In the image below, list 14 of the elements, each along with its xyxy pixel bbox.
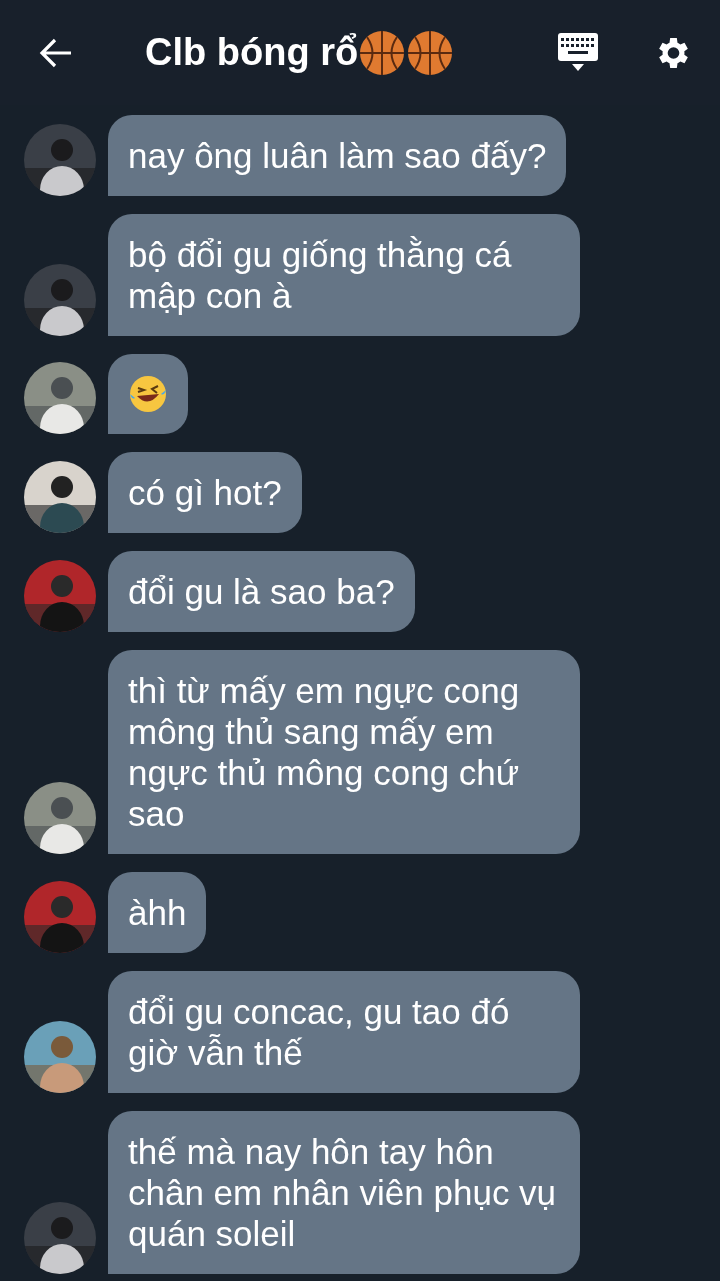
back-arrow-icon[interactable] (39, 37, 73, 68)
keyboard-icon[interactable] (558, 32, 598, 73)
message-bubble: nay ông luân làm sao đấy? (108, 115, 567, 196)
message-bubble: thế mà nay hôn tay hôn chân em nhân viên phục vụ quán soleil (108, 1111, 580, 1274)
message-bubble: đổi gu concac, gu tao đó giờ vẫn thế (108, 971, 580, 1093)
message-bubble: bộ đổi gu giống thằng cá mập con à (108, 214, 580, 336)
message-bubble: thì từ mấy em ngực cong mông thủ sang mấy em ngực thủ mông cong chứ sao (108, 650, 580, 854)
laughing-emoji-icon (128, 374, 168, 414)
message-bubble: àhh (108, 872, 207, 953)
chat-title: Clb bóng rổ (145, 31, 359, 74)
basketball-icon (406, 28, 455, 77)
message-bubble: đổi gu là sao ba? (108, 551, 415, 632)
basketball-icon (358, 28, 407, 77)
message-bubble: có gì hot? (108, 452, 302, 533)
